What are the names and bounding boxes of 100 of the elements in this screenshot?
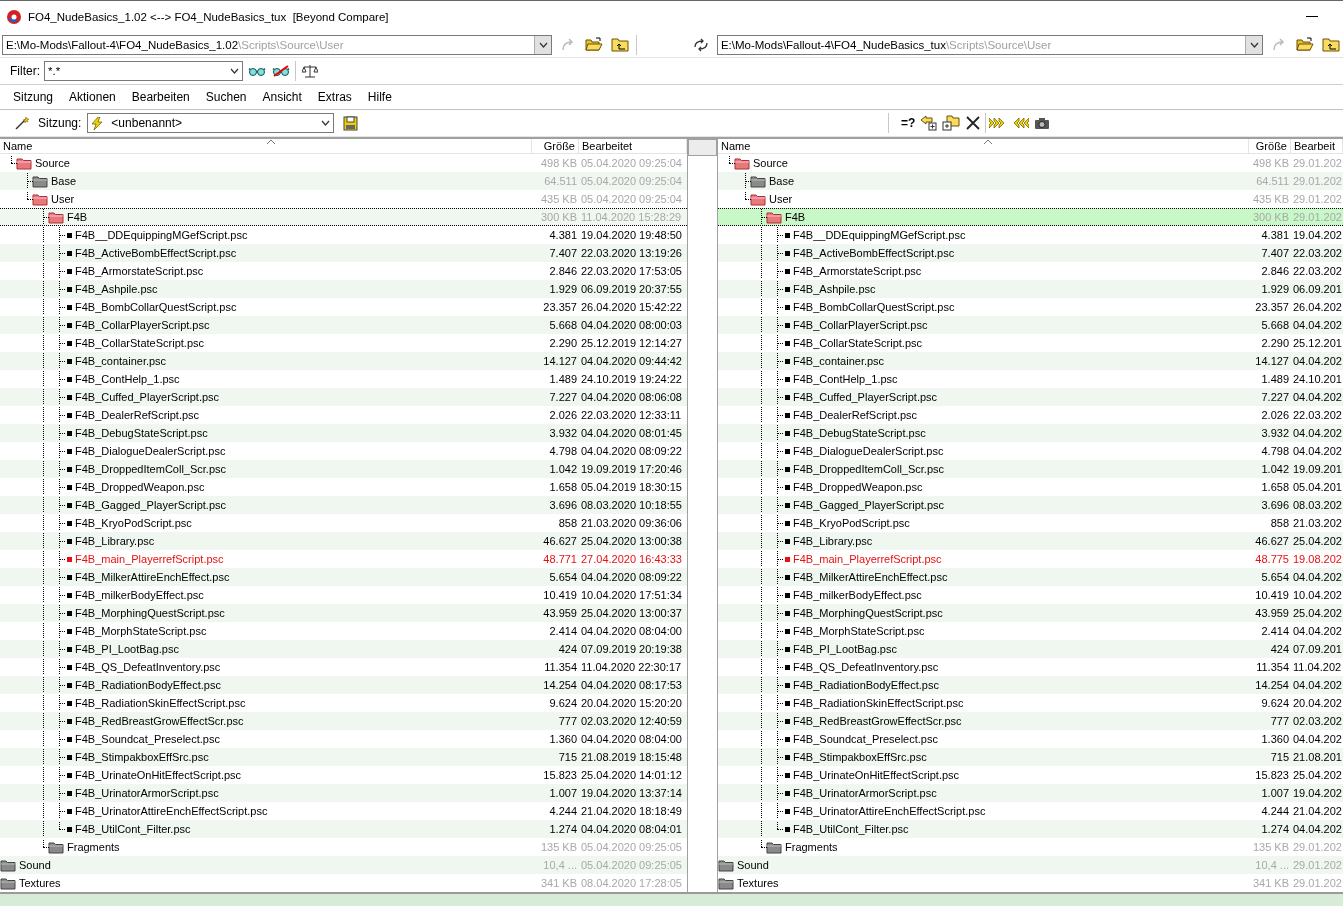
folder-icon xyxy=(0,858,16,872)
column-header[interactable]: Bearbeit xyxy=(1291,139,1343,153)
file-name: F4B_BombCollarQuestScript.psc xyxy=(74,301,237,313)
size-cell-text: 7.407 xyxy=(1260,246,1290,261)
column-header[interactable]: Name xyxy=(0,139,532,153)
tree-row[interactable]: F4B_PI_LootBag.psc 424 07.09.201 xyxy=(718,640,1343,658)
tree-row[interactable]: F4B_RedBreastGrowEffectScr.psc 777 02.03.202 xyxy=(718,712,1343,730)
menu-item[interactable]: Ansicht xyxy=(257,88,307,106)
tree-row[interactable]: Sound 10,4 ... 29.01.202 xyxy=(718,856,1343,874)
date-cell-text: 05.04.201 xyxy=(1292,480,1343,495)
session-field[interactable]: <unbenannt> xyxy=(87,113,335,133)
tree-row[interactable]: F4B_UtilCont_Filter.psc 1.274 04.04.202 xyxy=(718,820,1343,838)
size-cell-text: 10.419 xyxy=(1254,588,1290,603)
new-folder-icon xyxy=(942,115,961,131)
tree-row[interactable]: F4B_Library.psc 46.627 25.04.2020 13:00:38 xyxy=(0,532,687,550)
tree-row[interactable]: F4B_PI_LootBag.psc 424 07.09.2019 20:19:38 xyxy=(0,640,687,658)
menu-item[interactable]: Hilfe xyxy=(362,88,397,106)
tree-row[interactable]: F4B_MorphingQuestScript.psc 43.959 25.04.202 xyxy=(718,604,1343,622)
file-name: F4B_CollarPlayerScript.psc xyxy=(74,319,210,331)
tree-row[interactable]: F4B_RadiationBodyEffect.psc 14.254 04.04.202 xyxy=(718,676,1343,694)
tree-row[interactable]: F4B 300 KB 11.04.2020 15:28:29 xyxy=(0,208,687,226)
tree-row[interactable]: F4B_CollarPlayerScript.psc 5.668 04.04.2020 08:00:03 xyxy=(0,316,687,334)
tree-row[interactable]: F4B_UrinatorArmorScript.psc 1.007 19.04.202 xyxy=(718,784,1343,802)
tree-row[interactable]: F4B_ActiveBombEffectScript.psc 7.407 22.03.2020 13:19:26 xyxy=(0,244,687,262)
column-header[interactable]: Größe xyxy=(532,139,579,153)
size-cell-text: 135 KB xyxy=(1251,840,1290,855)
compare-button[interactable]: =? xyxy=(899,113,918,133)
tree-row[interactable]: F4B_MilkerAttireEnchEffect.psc 5.654 04.04.2020 08:09:22 xyxy=(0,568,687,586)
date-cell-text: 26.04.202 xyxy=(1292,300,1343,315)
dropdown-icon xyxy=(1245,35,1263,54)
tree-row[interactable]: F4B_container.psc 14.127 04.04.2020 09:44:42 xyxy=(0,352,687,370)
file-name: F4B_DroppedWeapon.psc xyxy=(792,481,923,493)
date-cell-text: 21.08.201 xyxy=(1292,750,1343,765)
tree-row[interactable]: F4B_DroppedItemColl_Scr.psc 1.042 19.09.201 xyxy=(718,460,1343,478)
path-field[interactable]: E:\Mo-Mods\Fallout-4\FO4_NudeBasics_1.02\Scripts\Source\User xyxy=(2,34,552,55)
folder-icon xyxy=(32,174,48,188)
app-logo-icon xyxy=(6,8,22,25)
tree-row[interactable]: F4B_RedBreastGrowEffectScr.psc 777 02.03.2020 12:40:59 xyxy=(0,712,687,730)
size-cell-text: 498 KB xyxy=(539,156,578,171)
column-header[interactable]: Name xyxy=(718,139,1249,153)
tree-row[interactable]: F4B_Gagged_PlayerScript.psc 3.696 08.03.202 xyxy=(718,496,1343,514)
file-icon xyxy=(785,376,790,382)
file-icon xyxy=(67,556,72,562)
tree-row[interactable]: F4B_container.psc 14.127 04.04.202 xyxy=(718,352,1343,370)
tree-row[interactable]: F4B_MilkerAttireEnchEffect.psc 5.654 04.04.202 xyxy=(718,568,1343,586)
tree-row[interactable]: Sound 10,4 ... 05.04.2020 09:25:05 xyxy=(0,856,687,874)
tree-row[interactable]: F4B_Library.psc 46.627 25.04.202 xyxy=(718,532,1343,550)
tree-row[interactable]: F4B_DroppedItemColl_Scr.psc 1.042 19.09.2019 17:20:46 xyxy=(0,460,687,478)
menu-item[interactable]: Sitzung xyxy=(8,88,59,106)
tree-row[interactable]: F4B_UtilCont_Filter.psc 1.274 04.04.2020 08:04:01 xyxy=(0,820,687,838)
save-session-button[interactable] xyxy=(340,113,361,133)
size-cell-text: 3.932 xyxy=(1260,426,1290,441)
tree-row[interactable]: F4B_MorphingQuestScript.psc 43.959 25.04.2020 13:00:37 xyxy=(0,604,687,622)
column-header[interactable]: Bearbeitet xyxy=(579,139,687,153)
tree-row[interactable]: F4B_Cuffed_PlayerScript.psc 7.227 04.04.202 xyxy=(718,388,1343,406)
size-cell-text: 3.696 xyxy=(548,498,578,513)
size-cell-text: 4.244 xyxy=(548,804,578,819)
tree-row[interactable]: F4B_DebugStateScript.psc 3.932 04.04.2020 08:01:45 xyxy=(0,424,687,442)
file-name: F4B_UtilCont_Filter.psc xyxy=(74,823,191,835)
date-cell-text: 29.01.202 xyxy=(1292,840,1343,855)
column-header[interactable]: Größe xyxy=(1249,139,1291,153)
date-cell-text: 19.09.2019 17:20:46 xyxy=(580,462,683,477)
menu-item[interactable]: Bearbeiten xyxy=(126,88,195,106)
file-name: F4B_UrinateOnHitEffectScript.psc xyxy=(74,769,242,781)
tree-row[interactable]: Base 64.511 29.01.202 xyxy=(718,172,1343,190)
tree-row[interactable]: F4B_Ashpile.psc 1.929 06.09.2019 20:37:55 xyxy=(0,280,687,298)
file-icon xyxy=(785,772,790,778)
tree-row[interactable]: F4B_Cuffed_PlayerScript.psc 7.227 04.04.2020 08:06:08 xyxy=(0,388,687,406)
tree-row[interactable]: F4B 300 KB 29.01.202 xyxy=(718,208,1343,226)
size-cell-text: 858 xyxy=(1269,516,1290,531)
file-name: F4B_Soundcat_Preselect.psc xyxy=(74,733,220,745)
file-icon xyxy=(785,592,790,598)
date-cell-text: 29.01.202 xyxy=(1292,174,1343,189)
swap-icon xyxy=(692,37,709,52)
tree-row[interactable]: F4B_UrinatorArmorScript.psc 1.007 19.04.2020 13:37:14 xyxy=(0,784,687,802)
size-cell-text: 14.127 xyxy=(1254,354,1290,369)
menu-item[interactable]: Suchen xyxy=(200,88,252,106)
file-name: F4B_milkerBodyEffect.psc xyxy=(74,589,204,601)
filter-field[interactable]: *.* xyxy=(44,61,243,81)
size-cell-text: 3.932 xyxy=(548,426,578,441)
tree-row[interactable]: F4B_Gagged_PlayerScript.psc 3.696 08.03.2020 10:18:55 xyxy=(0,496,687,514)
menu-item[interactable]: Aktionen xyxy=(64,88,121,106)
file-icon xyxy=(67,286,72,292)
tree-row[interactable]: F4B_StimpakboxEffSrc.psc 715 21.08.201 xyxy=(718,748,1343,766)
tree-row[interactable]: F4B_Ashpile.psc 1.929 06.09.201 xyxy=(718,280,1343,298)
copy-left-button[interactable] xyxy=(919,113,940,133)
path-field[interactable]: E:\Mo-Mods\Fallout-4\FO4_NudeBasics_tux\Scripts\Source\User xyxy=(716,34,1264,55)
date-cell-text: 25.04.2020 13:00:38 xyxy=(580,534,683,549)
file-name: F4B_UrinatorArmorScript.psc xyxy=(792,787,937,799)
menu-item[interactable]: Extras xyxy=(312,88,357,106)
tree-row[interactable]: F4B_CollarPlayerScript.psc 5.668 04.04.202 xyxy=(718,316,1343,334)
file-name: F4B_Library.psc xyxy=(74,535,155,547)
date-cell-text: 04.04.202 xyxy=(1292,318,1343,333)
tree-row[interactable]: Base 64.511 05.04.2020 09:25:04 xyxy=(0,172,687,190)
size-cell-text: 1.489 xyxy=(548,372,578,387)
tree-row[interactable]: F4B_DebugStateScript.psc 3.932 04.04.202 xyxy=(718,424,1343,442)
tree-row[interactable]: F4B_ActiveBombEffectScript.psc 7.407 22.03.202 xyxy=(718,244,1343,262)
new-folder-button[interactable] xyxy=(941,113,962,133)
tree-row[interactable]: F4B_RadiationBodyEffect.psc 14.254 04.04.2020 08:17:53 xyxy=(0,676,687,694)
tree-row[interactable]: F4B_StimpakboxEffSrc.psc 715 21.08.2019 18:15:48 xyxy=(0,748,687,766)
